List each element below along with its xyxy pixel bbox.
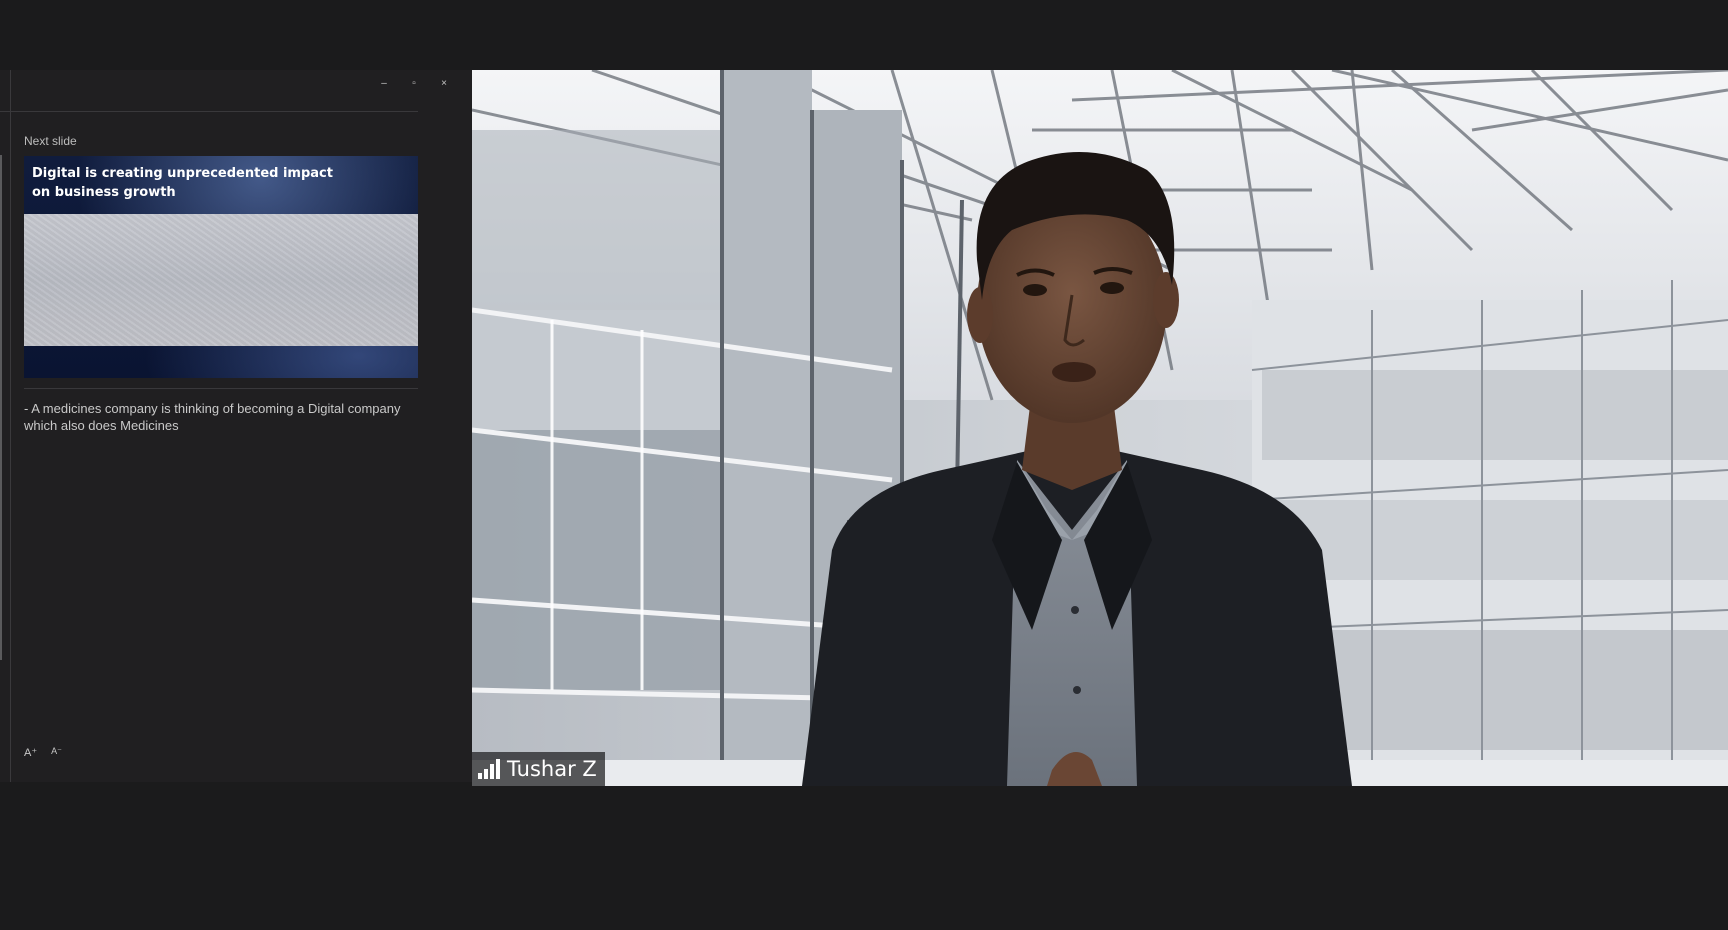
participant-video[interactable] <box>472 70 1728 786</box>
next-slide-thumbnail[interactable]: Digital is creating unprecedented impact… <box>24 156 418 378</box>
next-slide-label: Next slide <box>24 134 77 148</box>
participant-name-tag: Tushar Z <box>472 752 605 786</box>
window-controls: – ▫ × <box>378 78 450 90</box>
signal-bars-icon <box>478 759 500 779</box>
video-frame <box>472 70 1728 786</box>
minimize-icon[interactable]: – <box>378 78 390 90</box>
restore-icon[interactable]: ▫ <box>408 78 420 90</box>
presenter-panel: – ▫ × Next slide Digital is creating unp… <box>0 70 472 782</box>
meeting-screen: – ▫ × Next slide Digital is creating unp… <box>0 0 1728 930</box>
divider <box>24 388 418 389</box>
font-decrease-button[interactable]: A⁻ <box>51 746 62 759</box>
panel-resize-handle[interactable] <box>0 155 2 660</box>
slide-image <box>24 214 418 346</box>
close-icon[interactable]: × <box>438 78 450 90</box>
font-size-controls: A⁺ A⁻ <box>24 746 62 759</box>
font-increase-button[interactable]: A⁺ <box>24 746 37 759</box>
speaker-notes: - A medicines company is thinking of bec… <box>24 401 401 433</box>
divider <box>0 111 418 112</box>
next-slide-title: Digital is creating unprecedented impact… <box>32 166 333 200</box>
panel-left-border <box>10 70 11 782</box>
participant-name: Tushar Z <box>507 757 597 781</box>
